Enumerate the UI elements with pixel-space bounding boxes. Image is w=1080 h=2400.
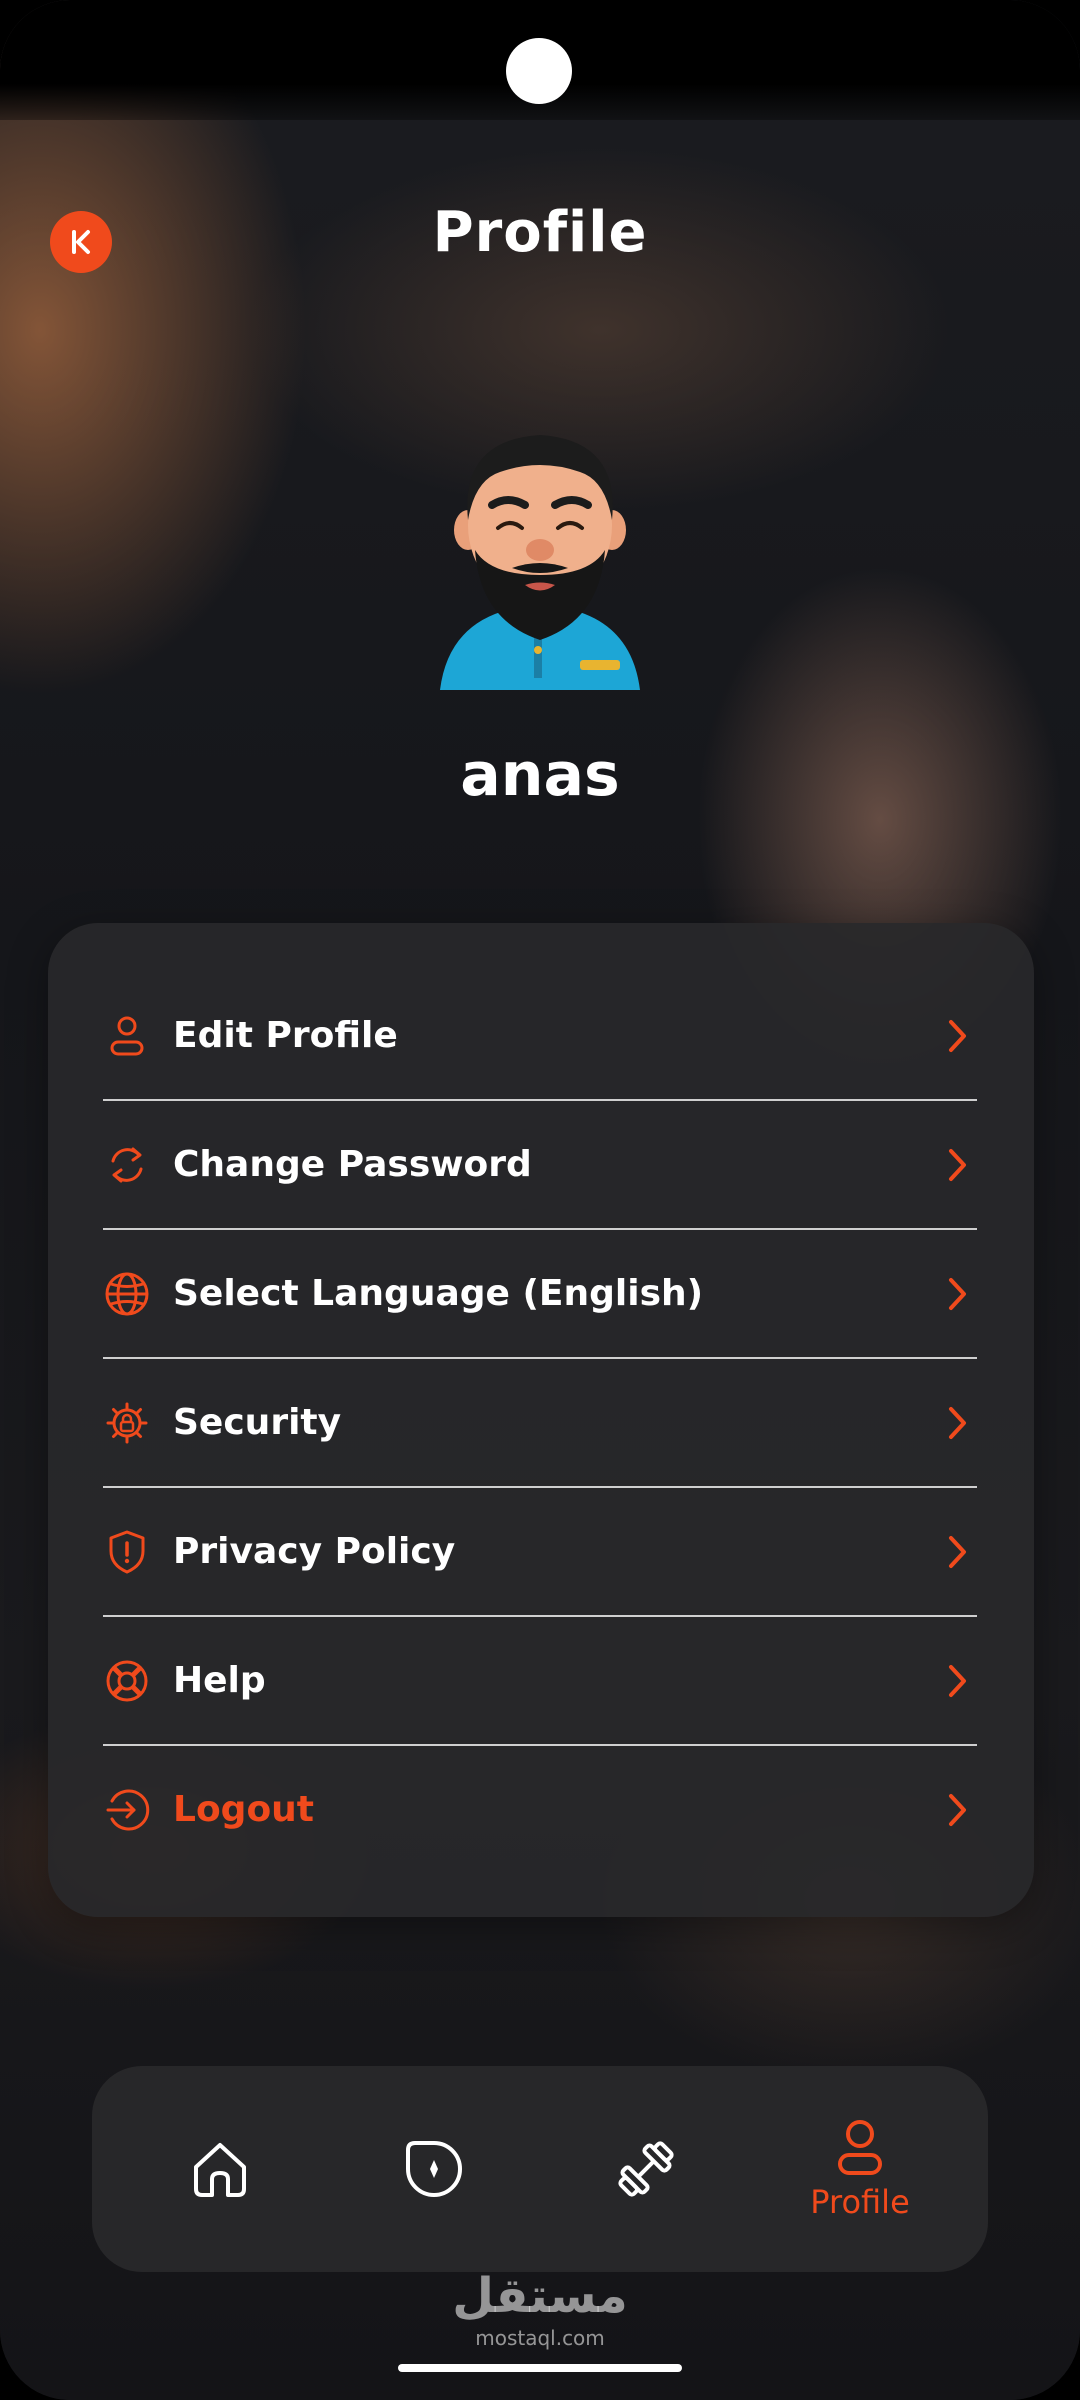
home-indicator[interactable]: [398, 2364, 682, 2372]
menu-item-help[interactable]: Help: [103, 1616, 977, 1745]
menu-item-logout[interactable]: Logout: [103, 1745, 977, 1874]
logout-icon: [103, 1786, 151, 1834]
globe-icon: [103, 1270, 151, 1318]
watermark-arabic: مستقل: [452, 2268, 628, 2324]
menu-item-label: Privacy Policy: [173, 1531, 456, 1572]
menu-item-change-password[interactable]: Change Password: [103, 1100, 977, 1229]
menu-item-label: Help: [173, 1660, 266, 1701]
security-gear-icon: [103, 1399, 151, 1447]
discover-icon: [406, 2141, 462, 2197]
avatar[interactable]: [430, 410, 650, 710]
settings-menu: Edit Profile Change Password Select Lang…: [48, 923, 1034, 1917]
chevron-right-icon: [937, 1661, 977, 1701]
menu-item-label: Change Password: [173, 1144, 532, 1185]
menu-item-label: Security: [173, 1402, 342, 1443]
chevron-right-icon: [937, 1532, 977, 1572]
chevron-right-icon: [937, 1274, 977, 1314]
nav-discover[interactable]: [354, 2066, 514, 2272]
menu-item-label: Select Language (English): [173, 1273, 704, 1314]
phone-screen: Profile anas Edit Profile Change Passwor…: [0, 0, 1080, 2400]
front-camera: [506, 38, 572, 104]
nav-workout[interactable]: [566, 2066, 726, 2272]
menu-item-security[interactable]: Security: [103, 1358, 977, 1487]
chevron-right-icon: [937, 1403, 977, 1443]
menu-item-edit-profile[interactable]: Edit Profile: [103, 971, 977, 1100]
profile-icon: [838, 2120, 882, 2175]
watermark-latin: mostaql.com: [475, 2326, 605, 2350]
home-icon: [194, 2143, 246, 2197]
username: anas: [460, 740, 620, 810]
chevron-right-icon: [937, 1145, 977, 1185]
menu-item-select-language[interactable]: Select Language (English): [103, 1229, 977, 1358]
nav-profile-label: Profile: [810, 2183, 910, 2221]
nav-profile[interactable]: Profile: [780, 2066, 940, 2272]
page-title: Profile: [432, 200, 648, 265]
menu-item-label: Logout: [173, 1789, 315, 1830]
lifebuoy-icon: [103, 1657, 151, 1705]
bottom-navigation: Profile: [92, 2066, 988, 2272]
chevron-right-icon: [937, 1016, 977, 1056]
menu-item-privacy-policy[interactable]: Privacy Policy: [103, 1487, 977, 1616]
nav-home[interactable]: [140, 2066, 300, 2272]
user-icon: [103, 1012, 151, 1060]
menu-item-label: Edit Profile: [173, 1015, 398, 1056]
refresh-icon: [103, 1141, 151, 1189]
chevron-right-icon: [937, 1790, 977, 1830]
shield-icon: [103, 1528, 151, 1576]
dumbbell-icon: [618, 2141, 674, 2197]
